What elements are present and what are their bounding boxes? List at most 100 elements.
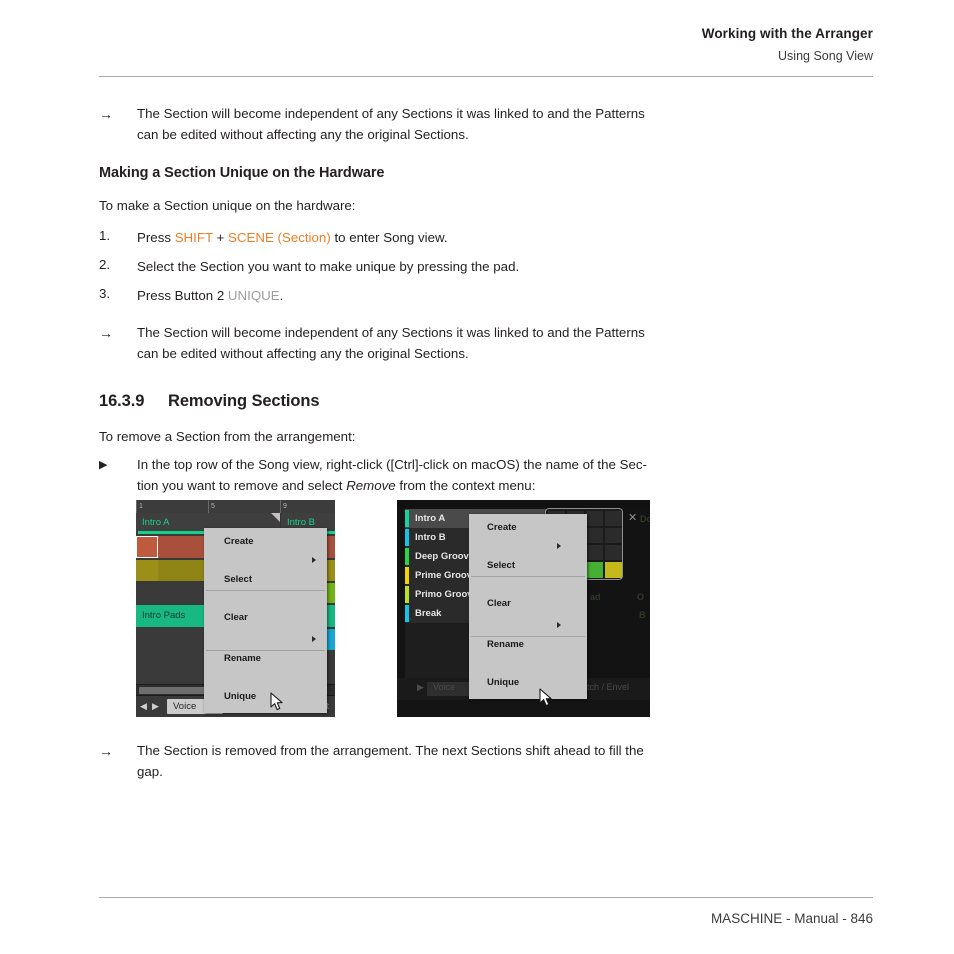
step-1-marker: 1. bbox=[99, 228, 111, 243]
context-menu-item-unique[interactable]: Unique bbox=[469, 673, 605, 692]
top-strip bbox=[397, 500, 650, 508]
section-list-label: Prime Groove bbox=[415, 570, 478, 581]
step-1: 1. Press SHIFT + SCENE (Section) to ente… bbox=[99, 228, 799, 248]
bullet-line2: tion you want to remove and select Remov… bbox=[137, 476, 839, 497]
result-text-bottom: The Section is removed from the arrangem… bbox=[137, 741, 839, 782]
pattern-clip[interactable] bbox=[136, 560, 158, 581]
result-statement-bottom: → The Section is removed from the arrang… bbox=[99, 741, 839, 782]
header-divider bbox=[99, 76, 873, 77]
context-menu-separator-2 bbox=[471, 636, 585, 637]
bullet-text: In the top row of the Song view, right-c… bbox=[137, 455, 839, 496]
heading-making-section-unique: Making a Section Unique on the Hardware bbox=[99, 165, 385, 181]
section-color-strip bbox=[405, 529, 409, 546]
context-menu-item-select[interactable]: Select bbox=[204, 570, 335, 589]
result-text-bottom-line2: gap. bbox=[137, 763, 163, 779]
result-text-bottom-line1: The Section is removed from the arrangem… bbox=[137, 743, 644, 758]
section-list-label: Break bbox=[415, 608, 442, 619]
context-menu-item-create[interactable]: Create bbox=[204, 532, 335, 551]
step-3-pre: Press Button 2 bbox=[137, 288, 228, 303]
tab-voice-label: Voice bbox=[433, 682, 456, 692]
pattern-clip-selected[interactable] bbox=[136, 536, 158, 558]
close-icon[interactable]: ✕ bbox=[628, 513, 637, 524]
context-menu[interactable]: Create Select Clear Rename Unique Color … bbox=[469, 514, 587, 717]
step-3-marker: 3. bbox=[99, 286, 111, 301]
step-3-key-unique: UNIQUE bbox=[227, 288, 280, 303]
step-1-post: to enter Song view. bbox=[330, 230, 448, 245]
ruler-tick-9: 9 bbox=[280, 500, 335, 513]
arrow-glyph-icon-mid: → bbox=[99, 325, 113, 341]
section-heading-16-3-9: 16.3.9 Removing Sections bbox=[99, 392, 320, 411]
mouse-cursor-icon bbox=[539, 688, 552, 707]
context-menu[interactable]: Create Select Clear Rename Unique Color … bbox=[204, 528, 327, 713]
result-text-mid-line2: can be edited without affecting any the … bbox=[137, 345, 469, 361]
step-1-plus: + bbox=[212, 230, 229, 245]
bullet-line2-italic: Remove bbox=[346, 477, 396, 493]
result-statement-mid: → The Section will become independent of… bbox=[99, 323, 839, 364]
bullet-line2-post: from the context menu: bbox=[395, 477, 536, 493]
arrow-glyph-icon: → bbox=[99, 106, 113, 122]
context-menu-item-clear[interactable]: Clear bbox=[204, 608, 335, 627]
triangle-bullet-icon: ▶ bbox=[99, 459, 108, 471]
context-menu-separator-1 bbox=[206, 590, 325, 591]
submenu-arrow-icon bbox=[557, 622, 561, 628]
bullet-line1: In the top row of the Song view, right-c… bbox=[137, 457, 647, 472]
context-menu-separator-1 bbox=[471, 576, 585, 577]
step-2-marker: 2. bbox=[99, 257, 111, 272]
pad-cell[interactable] bbox=[605, 511, 622, 526]
result-text-top: The Section will become independent of a… bbox=[137, 104, 839, 145]
section-color-strip bbox=[405, 548, 409, 565]
result-text-top-line2: can be edited without affecting any the … bbox=[137, 126, 469, 142]
step-3-text: Press Button 2 UNIQUE. bbox=[137, 286, 799, 306]
timeline-ruler[interactable]: 1 5 9 bbox=[136, 500, 335, 514]
mouse-cursor-icon bbox=[270, 692, 283, 711]
result-text-top-line1: The Section will become independent of a… bbox=[137, 106, 645, 121]
nav-prev-icon[interactable]: ◀ bbox=[140, 695, 147, 717]
clip-label-intro-pads: Intro Pads bbox=[142, 610, 186, 622]
result-text-mid: The Section will become independent of a… bbox=[137, 323, 839, 364]
submenu-arrow-icon bbox=[557, 543, 561, 549]
context-menu-item-clear[interactable]: Clear bbox=[469, 594, 605, 613]
section-dogear-icon bbox=[271, 513, 280, 522]
pad-cell-active-yellow[interactable] bbox=[605, 562, 622, 578]
footer-divider bbox=[99, 897, 873, 898]
section-heading-number: 16.3.9 bbox=[99, 392, 145, 410]
step-3: 3. Press Button 2 UNIQUE. bbox=[99, 286, 799, 306]
context-menu-item-create[interactable]: Create bbox=[469, 518, 605, 537]
step-1-pre: Press bbox=[137, 230, 175, 245]
section-heading-title: Removing Sections bbox=[168, 392, 320, 410]
context-menu-item-rename[interactable]: Rename bbox=[469, 635, 605, 654]
pattern-clip[interactable] bbox=[158, 536, 199, 558]
context-menu-item-color[interactable]: Color bbox=[469, 711, 605, 717]
footer-text: MASCHINE - Manual - 846 bbox=[710, 911, 873, 926]
figure-song-view-arranger: 1 5 9 Intro A Intro B Intro Pads Pad bbox=[136, 500, 335, 717]
bullet-line2-pre: tion you want to remove and select bbox=[137, 477, 347, 493]
ghost-label-b: B bbox=[639, 610, 646, 620]
nav-next-icon[interactable]: ▶ bbox=[417, 682, 424, 693]
section-color-strip bbox=[405, 567, 409, 584]
ghost-label-o: O bbox=[637, 592, 645, 602]
page-header: Working with the Arranger Using Song Vie… bbox=[99, 26, 873, 77]
section-color-strip bbox=[405, 605, 409, 622]
section-list-label: Deep Groove bbox=[415, 551, 475, 562]
result-text-mid-line1: The Section will become independent of a… bbox=[137, 325, 645, 340]
bullet-instruction: ▶ In the top row of the Song view, right… bbox=[99, 455, 839, 496]
step-1-key-shift: SHIFT bbox=[174, 230, 213, 245]
context-menu-item-select[interactable]: Select bbox=[469, 556, 605, 575]
section-list-label: Intro B bbox=[415, 532, 446, 543]
context-menu-item-rename[interactable]: Rename bbox=[204, 649, 335, 668]
ruler-tick-1: 1 bbox=[136, 500, 211, 513]
figure-song-view-section-list: Intro A Intro B Deep Groove Prime Groove… bbox=[397, 500, 650, 717]
context-menu-separator-2 bbox=[206, 650, 325, 651]
pad-cell[interactable] bbox=[605, 528, 622, 543]
step-3-post: . bbox=[279, 288, 284, 303]
step-1-key-section: Section bbox=[281, 230, 327, 245]
pad-cell[interactable] bbox=[605, 545, 622, 560]
submenu-arrow-icon bbox=[312, 636, 316, 642]
nav-next-icon[interactable]: ▶ bbox=[152, 695, 159, 717]
intro-remove-text: To remove a Section from the arrangement… bbox=[99, 429, 356, 444]
header-subtitle: Using Song View bbox=[778, 49, 873, 63]
header-title: Working with the Arranger bbox=[701, 26, 873, 41]
pattern-clip[interactable] bbox=[158, 560, 199, 581]
section-color-strip bbox=[405, 510, 409, 527]
intro-hardware-text: To make a Section unique on the hardware… bbox=[99, 198, 356, 213]
